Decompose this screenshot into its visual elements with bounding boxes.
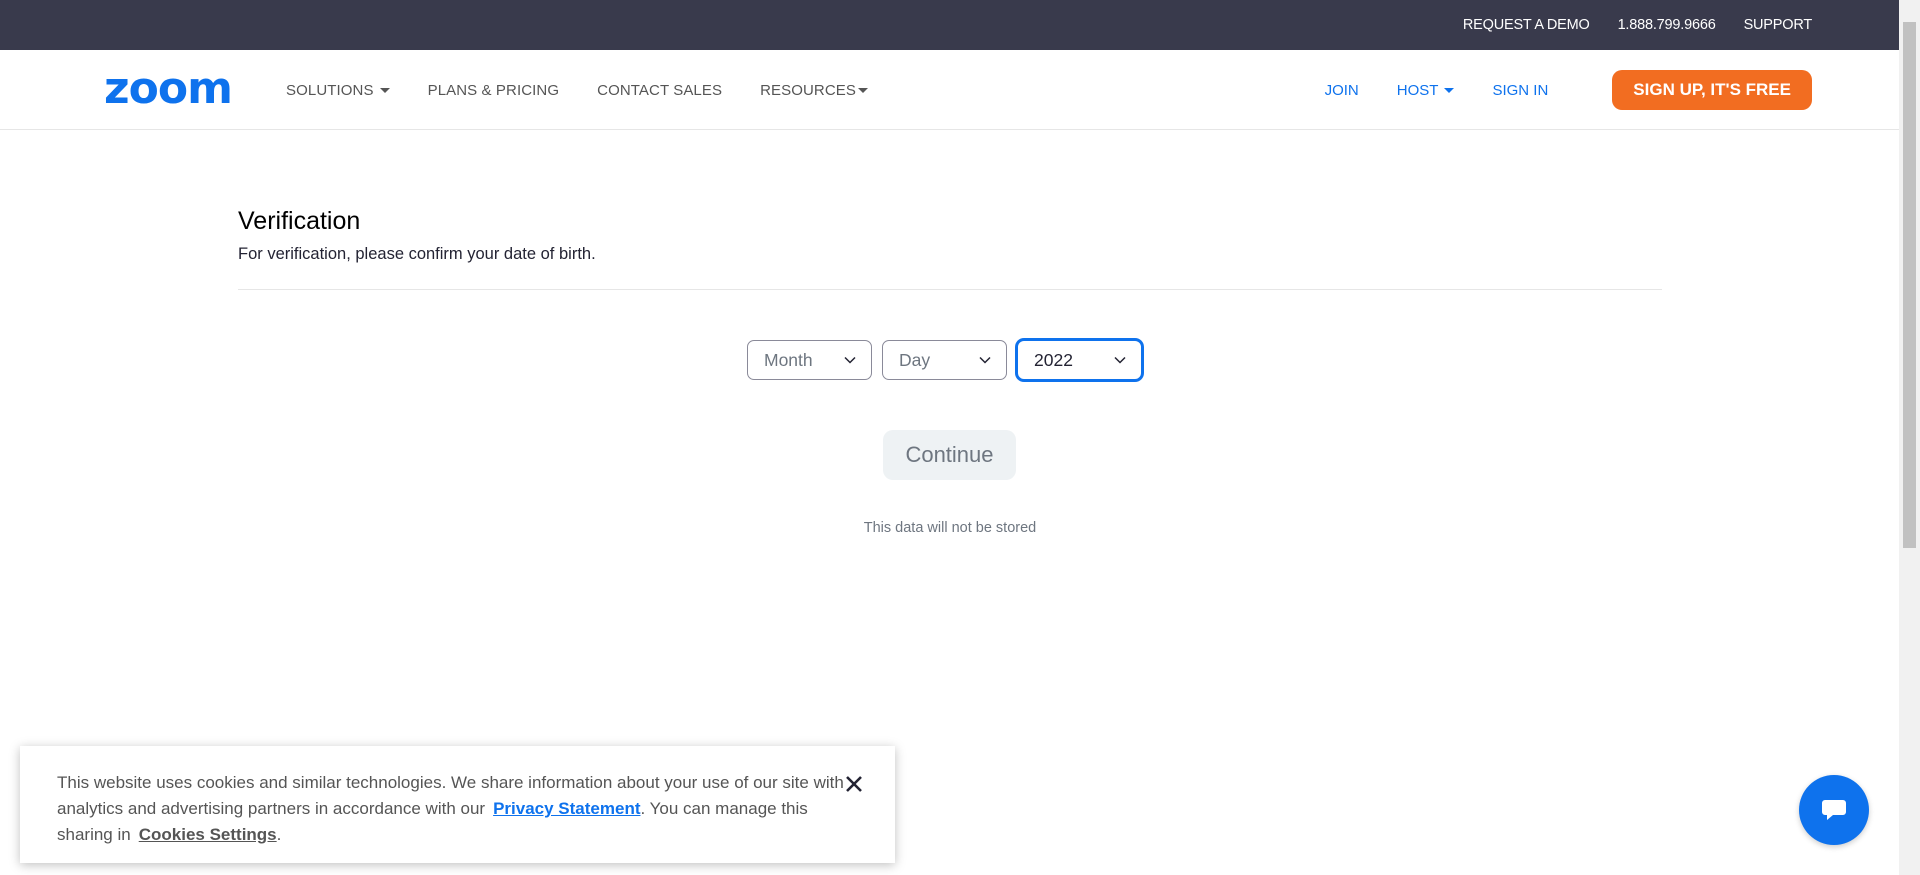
caret-down-icon <box>1444 87 1455 93</box>
date-of-birth-selects: Month Day 2022 <box>747 340 1142 380</box>
chat-icon <box>1822 800 1846 820</box>
request-demo-link[interactable]: REQUEST A DEMO <box>1463 17 1590 33</box>
caret-down-icon <box>379 87 390 93</box>
cookie-text: This website uses cookies and similar te… <box>57 770 857 848</box>
divider <box>238 289 1662 290</box>
data-notice: This data will not be stored <box>863 520 1037 536</box>
cookie-text-part3: . <box>276 825 282 844</box>
signup-button[interactable]: SIGN UP, IT'S FREE <box>1612 70 1812 110</box>
nav-resources[interactable]: RESOURCES <box>760 81 869 99</box>
chevron-down-icon <box>1114 356 1126 364</box>
nav-plans-pricing-label: PLANS & PRICING <box>427 81 560 99</box>
nav-solutions[interactable]: SOLUTIONS <box>286 82 390 99</box>
year-select[interactable]: 2022 <box>1017 340 1142 380</box>
nav-plans-pricing[interactable]: PLANS & PRICING <box>428 82 560 99</box>
chat-button[interactable] <box>1799 775 1869 845</box>
support-link[interactable]: SUPPORT <box>1744 17 1813 33</box>
nav-resources-label: RESOURCES <box>760 81 857 99</box>
page-title: Verification <box>238 207 361 235</box>
close-icon[interactable] <box>844 774 864 794</box>
phone-link[interactable]: 1.888.799.9666 <box>1618 17 1716 33</box>
month-select[interactable]: Month <box>747 340 872 380</box>
nav-contact-sales[interactable]: CONTACT SALES <box>597 82 722 99</box>
chevron-down-icon <box>844 356 856 364</box>
scrollbar-thumb[interactable] <box>1903 22 1916 548</box>
cookie-banner: This website uses cookies and similar te… <box>20 746 895 863</box>
page: REQUEST A DEMO 1.888.799.9666 SUPPORT zo… <box>0 0 1920 875</box>
logo-text: zoom <box>104 71 232 109</box>
join-link[interactable]: JOIN <box>1325 82 1359 99</box>
nav-contact-sales-label: CONTACT SALES <box>597 81 723 99</box>
host-dropdown[interactable]: HOST <box>1397 82 1455 99</box>
caret-down-icon <box>858 87 869 93</box>
host-label: HOST <box>1396 81 1439 99</box>
day-select[interactable]: Day <box>882 340 1007 380</box>
page-scrollbar[interactable] <box>1899 0 1920 875</box>
page-subtitle: For verification, please confirm your da… <box>238 245 596 263</box>
zoom-logo[interactable]: zoom <box>104 71 244 109</box>
nav-left: SOLUTIONS PLANS & PRICING CONTACT SALES … <box>286 50 869 130</box>
sign-in-link[interactable]: SIGN IN <box>1492 82 1548 99</box>
day-select-value: Day <box>899 349 931 370</box>
main-nav: zoom SOLUTIONS PLANS & PRICING CONTACT S… <box>0 50 1899 130</box>
nav-solutions-label: SOLUTIONS <box>286 81 374 99</box>
utility-bar: REQUEST A DEMO 1.888.799.9666 SUPPORT <box>0 0 1899 50</box>
continue-button[interactable]: Continue <box>883 430 1016 480</box>
year-select-value: 2022 <box>1034 349 1073 370</box>
nav-right: JOIN HOST SIGN IN SIGN UP, IT'S FREE <box>1325 50 1812 130</box>
privacy-statement-link[interactable]: Privacy Statement <box>493 799 640 818</box>
chevron-down-icon <box>979 356 991 364</box>
month-select-value: Month <box>764 349 813 370</box>
cookies-settings-link[interactable]: Cookies Settings <box>139 825 277 844</box>
